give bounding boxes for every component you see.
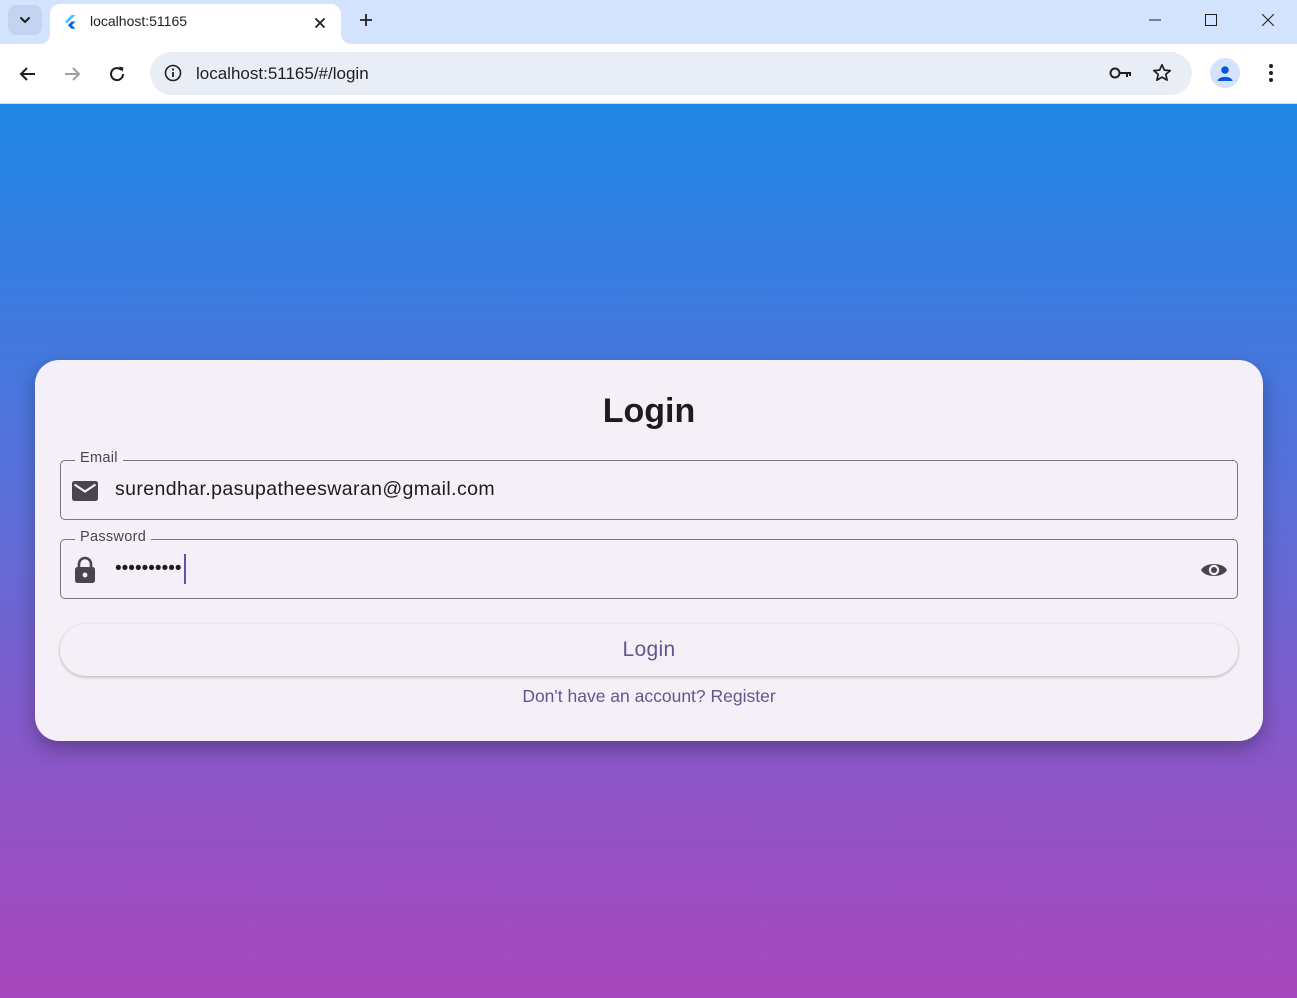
minimize-icon [1149, 19, 1161, 21]
bookmark-button[interactable] [1147, 58, 1177, 88]
password-manager-button[interactable] [1106, 58, 1136, 88]
login-button[interactable]: Login [60, 624, 1238, 676]
new-tab-button[interactable] [352, 6, 380, 34]
chevron-down-icon [20, 17, 30, 23]
maximize-button[interactable] [1183, 0, 1239, 40]
reload-button[interactable] [99, 56, 135, 92]
close-icon [1262, 14, 1274, 26]
minimize-button[interactable] [1127, 0, 1183, 40]
forward-button[interactable] [54, 56, 90, 92]
password-field[interactable]: Password •••••••••• [60, 529, 1238, 599]
back-button[interactable] [10, 56, 46, 92]
password-masked-text: •••••••••• [115, 558, 182, 579]
person-icon [1217, 66, 1233, 81]
show-password-toggle[interactable] [1199, 555, 1229, 585]
lock-icon [71, 556, 99, 584]
browser-tab-strip: localhost:51165 [0, 0, 1297, 44]
info-icon [164, 64, 182, 82]
star-icon [1152, 63, 1172, 81]
site-info-button[interactable] [158, 58, 188, 88]
text-caret [183, 554, 186, 584]
password-input[interactable]: •••••••••• [115, 553, 186, 585]
key-icon [1109, 67, 1131, 79]
register-link[interactable]: Don't have an account? Register [35, 686, 1263, 707]
plus-icon [360, 14, 372, 26]
more-vert-icon [1269, 64, 1273, 82]
browser-tab-active[interactable]: localhost:51165 [50, 4, 341, 44]
tab-title: localhost:51165 [90, 13, 188, 29]
browser-menu-button[interactable] [1256, 58, 1286, 88]
tab-search-button[interactable] [8, 5, 42, 35]
maximize-icon [1205, 14, 1217, 26]
eye-icon [1201, 564, 1227, 576]
tab-close-button[interactable] [308, 11, 332, 35]
profile-button[interactable] [1210, 58, 1240, 88]
close-icon [314, 17, 326, 29]
page-background: Login Email surendhar.pasupatheeswaran@g… [0, 104, 1297, 998]
flutter-logo-icon [65, 15, 76, 29]
email-icon [71, 477, 99, 505]
browser-toolbar: localhost:51165/#/login [0, 44, 1297, 104]
email-label: Email [75, 450, 123, 466]
password-label: Password [75, 529, 152, 545]
login-title: Login [602, 392, 696, 430]
url-text[interactable]: localhost:51165/#/login [196, 64, 369, 84]
arrow-left-icon [19, 67, 35, 81]
login-card: Login Email surendhar.pasupatheeswaran@g… [35, 360, 1263, 741]
reload-icon [110, 66, 125, 82]
email-field[interactable]: Email surendhar.pasupatheeswaran@gmail.c… [60, 450, 1238, 520]
address-bar[interactable]: localhost:51165/#/login [150, 52, 1192, 95]
arrow-right-icon [65, 67, 81, 81]
email-input[interactable]: surendhar.pasupatheeswaran@gmail.com [115, 478, 495, 501]
window-close-button[interactable] [1240, 0, 1296, 40]
